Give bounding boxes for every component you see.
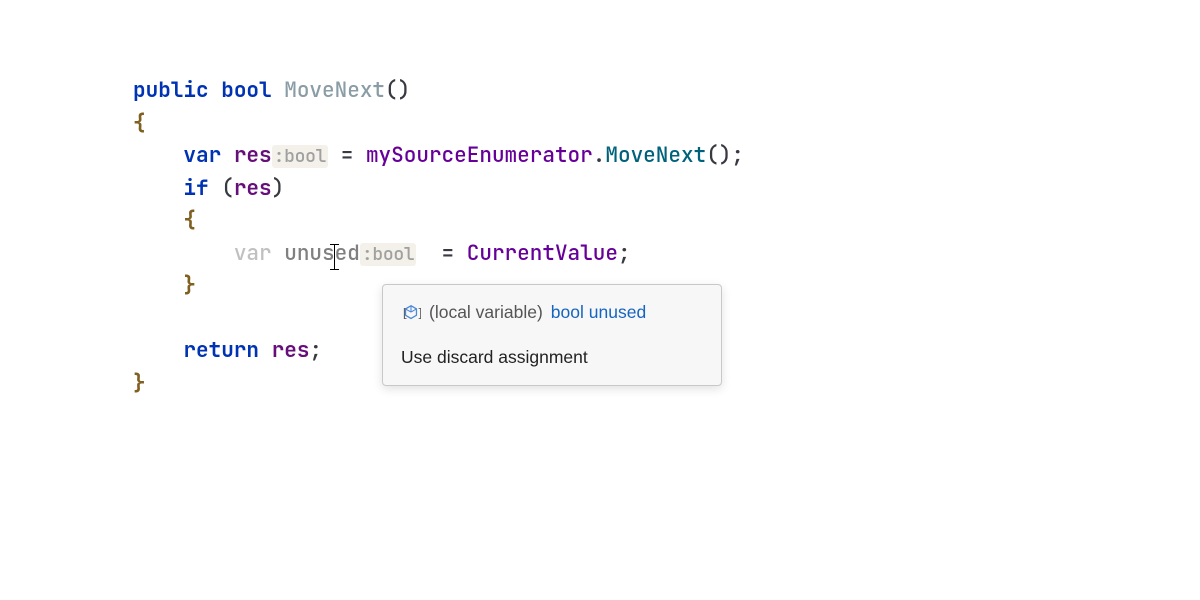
paren-close: ) (272, 175, 285, 202)
code-line-signature[interactable]: public bool MoveNext() (133, 75, 1200, 108)
variable-unused-pre: unus (284, 240, 334, 267)
semicolon: ; (618, 240, 631, 267)
dot: . (593, 142, 606, 169)
keyword-return: return (183, 337, 259, 364)
brace-close: } (183, 272, 196, 299)
svg-text:]: ] (416, 305, 421, 320)
parens: () (385, 77, 410, 104)
semicolon: ; (731, 142, 744, 169)
tooltip-info-row: [ ] (local variable) bool unused (383, 285, 721, 336)
text-caret (334, 244, 335, 270)
paren-open: ( (209, 175, 234, 202)
call-movenext: MoveNext (605, 142, 706, 169)
tooltip-var-name: unused (589, 302, 646, 322)
keyword-var-unused: var (234, 240, 272, 267)
code-line-brace-open[interactable]: { (133, 108, 1200, 141)
keyword-bool: bool (221, 77, 271, 104)
parens: () (706, 142, 731, 169)
tooltip-action-row[interactable]: Use discard assignment (383, 336, 721, 385)
field-enumerator: mySourceEnumerator (366, 142, 593, 169)
tooltip-action-text: Use discard assignment (401, 347, 588, 367)
keyword-public: public (133, 77, 209, 104)
hover-tooltip: [ ] (local variable) bool unused Use dis… (382, 284, 722, 386)
semicolon: ; (309, 337, 322, 364)
operator-assign: = (416, 240, 466, 267)
operator-assign: = (328, 142, 366, 169)
type-hint: :bool (272, 145, 329, 168)
variable-res: res (234, 175, 272, 202)
brace-close: } (133, 370, 146, 397)
cube-icon: [ ] (401, 303, 421, 323)
type-hint: :bool (360, 243, 417, 266)
keyword-var: var (183, 142, 221, 169)
keyword-if: if (183, 175, 208, 202)
brace-open: { (183, 207, 196, 234)
code-line-if[interactable]: if (res) (133, 173, 1200, 206)
property-currentvalue: CurrentValue (467, 240, 618, 267)
code-line-unused[interactable]: var unused:bool = CurrentValue; (133, 238, 1200, 271)
tooltip-type: bool (551, 302, 584, 322)
variable-res: res (234, 142, 272, 169)
variable-res: res (272, 337, 310, 364)
tooltip-local-var-label: (local variable) (429, 299, 543, 326)
method-name: MoveNext (284, 77, 385, 104)
brace-open: { (133, 110, 146, 137)
code-line-brace-open-inner[interactable]: { (133, 205, 1200, 238)
code-line-var-res[interactable]: var res:bool = mySourceEnumerator.MoveNe… (133, 140, 1200, 173)
